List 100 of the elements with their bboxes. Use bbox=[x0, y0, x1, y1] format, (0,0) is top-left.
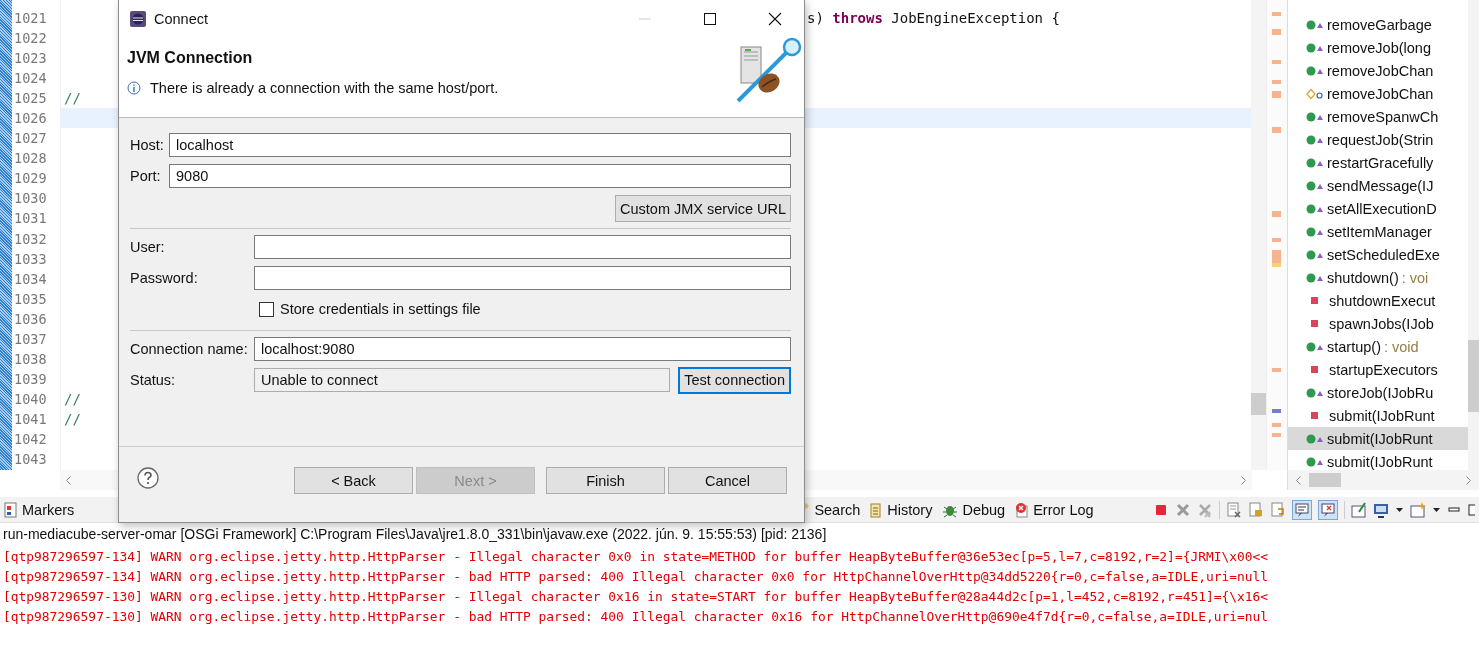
line-number: 1024 bbox=[13, 69, 48, 89]
view-tab[interactable]: Markers bbox=[4, 501, 75, 518]
maximize-icon[interactable] bbox=[703, 11, 717, 26]
outline-item[interactable]: requestJob(Strin bbox=[1288, 128, 1468, 151]
outline-item[interactable]: setAllExecutionD bbox=[1288, 197, 1468, 220]
monitor-icon[interactable] bbox=[1373, 501, 1389, 518]
outline-item[interactable]: setScheduledExe bbox=[1288, 243, 1468, 266]
outline-item[interactable]: removeJobChan bbox=[1288, 59, 1468, 82]
public-method-icon bbox=[1306, 386, 1324, 399]
console-toggle[interactable] bbox=[1292, 499, 1312, 520]
outline-item[interactable]: restartGracefully bbox=[1288, 151, 1468, 174]
console-title: run-mediacube-server-omar [OSGi Framework] C:\Program Files\Java\jre1.8.0_331\bin\javaw.exe (2022. jún. 9. 15:55:53) [pid: 2136] bbox=[2, 525, 828, 544]
status-field: Unable to connect bbox=[254, 368, 671, 392]
outline-item[interactable]: sendMessage(IJ bbox=[1288, 174, 1468, 197]
outline-item[interactable]: removeGarbage bbox=[1288, 13, 1468, 36]
host-label: Host: bbox=[130, 137, 165, 153]
view-tab[interactable]: History bbox=[870, 501, 933, 518]
line-number: 1025 bbox=[13, 89, 48, 109]
console-line: [qtp987296597-130] WARN org.eclipse.jetty.http.HttpParser - bad HTTP parsed: 400 Illegal character 0x16 for HttpChannelOverHttp@690e4f7d{r=0,c=false,a=IDLE,uri=nul bbox=[2, 608, 1269, 626]
password-label: Password: bbox=[130, 270, 199, 286]
outline-item[interactable]: shutdown() : voi bbox=[1288, 266, 1468, 289]
vertical-scrollbar[interactable] bbox=[1468, 0, 1479, 470]
outline-item[interactable]: removeSpanwCh bbox=[1288, 105, 1468, 128]
outline-item[interactable]: removeJob(long bbox=[1288, 36, 1468, 59]
scroll-left-icon[interactable] bbox=[1296, 475, 1301, 485]
connection-name-label: Connection name: bbox=[130, 341, 249, 357]
public-method-icon bbox=[1306, 455, 1324, 468]
word-wrap-icon[interactable] bbox=[1270, 501, 1286, 518]
dialog-heading: JVM Connection bbox=[127, 49, 254, 67]
private-method-icon bbox=[1311, 320, 1318, 327]
horizontal-scrollbar[interactable] bbox=[1288, 470, 1479, 490]
help-icon[interactable] bbox=[137, 467, 159, 489]
line-number: 1033 bbox=[13, 249, 48, 269]
port-field[interactable]: 9080 bbox=[169, 164, 791, 188]
line-number: 1029 bbox=[13, 169, 48, 189]
outline-item[interactable]: submit(IJobRunt bbox=[1288, 427, 1468, 450]
scroll-thumb[interactable] bbox=[1309, 473, 1341, 487]
line-number: 1035 bbox=[13, 289, 48, 309]
scroll-left-icon[interactable] bbox=[66, 475, 71, 485]
password-field[interactable] bbox=[254, 266, 791, 290]
line-number: 1022 bbox=[13, 29, 48, 49]
line-number: 1030 bbox=[13, 189, 48, 209]
view-tab[interactable]: Debug bbox=[942, 501, 1006, 518]
line-number: 1031 bbox=[13, 209, 48, 229]
console-line: [qtp987296597-134] WARN org.eclipse.jetty.http.HttpParser - bad HTTP parsed: 400 Illegal character 0x0 for HttpChannelOverHttp@34dd5220{r=0,c=false,a=IDLE,uri=null bbox=[2, 568, 1269, 586]
lock-icon[interactable] bbox=[1248, 501, 1264, 518]
line-number: 1028 bbox=[13, 149, 48, 169]
public-method-icon bbox=[1306, 225, 1324, 238]
outline-item[interactable]: setItemManager bbox=[1288, 220, 1468, 243]
vertical-scrollbar[interactable] bbox=[1251, 0, 1266, 470]
new-console-icon[interactable] bbox=[1410, 501, 1426, 518]
outline-item[interactable]: submit(IJobRunt bbox=[1288, 450, 1468, 473]
outline-item[interactable]: storeJob(IJobRu bbox=[1288, 381, 1468, 404]
public-method-icon bbox=[1306, 340, 1324, 353]
eclipse-icon bbox=[129, 9, 147, 28]
clear-console-icon[interactable] bbox=[1226, 501, 1242, 518]
test-connection-button[interactable]: Test connection bbox=[678, 366, 791, 394]
outline-item[interactable]: shutdownExecut bbox=[1288, 289, 1468, 312]
wizard-button[interactable]: Finish bbox=[546, 467, 665, 494]
pin-icon[interactable] bbox=[1351, 501, 1367, 518]
code-comment: // bbox=[63, 410, 81, 427]
remove-all-icon[interactable] bbox=[1197, 501, 1213, 518]
outline-item[interactable]: spawnJobs(IJob bbox=[1288, 312, 1468, 335]
host-field[interactable]: localhost bbox=[169, 133, 791, 157]
wizard-button[interactable]: Cancel bbox=[668, 467, 787, 494]
user-field[interactable] bbox=[254, 235, 791, 259]
outline-item[interactable]: submit(IJobRunt bbox=[1288, 404, 1468, 427]
outline-item[interactable]: removeJobChan bbox=[1288, 82, 1468, 105]
private-method-icon bbox=[1311, 297, 1318, 304]
remove-icon[interactable] bbox=[1175, 501, 1191, 518]
scroll-right-icon[interactable] bbox=[1241, 475, 1246, 485]
view-tab[interactable]: Error Log bbox=[1015, 501, 1094, 518]
port-label: Port: bbox=[130, 168, 162, 184]
custom-url-button[interactable]: Custom JMX service URL bbox=[615, 195, 791, 222]
scroll-right-icon[interactable] bbox=[1466, 475, 1471, 485]
console-toggle[interactable] bbox=[1318, 499, 1338, 520]
line-number: 1023 bbox=[13, 49, 48, 69]
markers-icon bbox=[4, 501, 18, 518]
connection-name-field[interactable]: localhost:9080 bbox=[254, 337, 791, 361]
close-icon[interactable] bbox=[768, 11, 782, 26]
wizard-button[interactable]: < Back bbox=[294, 467, 413, 494]
line-number: 1034 bbox=[13, 269, 48, 289]
line-number: 1021 bbox=[13, 9, 48, 28]
window-title: Connect bbox=[154, 10, 208, 27]
info-message: There is already a connection with the same host/port. bbox=[150, 80, 499, 96]
private-method-icon bbox=[1311, 366, 1318, 373]
line-number: 1038 bbox=[13, 349, 48, 369]
error-log-icon bbox=[1015, 501, 1030, 518]
public-method-icon bbox=[1306, 248, 1324, 261]
outline-item[interactable]: startupExecutors bbox=[1288, 358, 1468, 381]
code-line: s) throws JobEngineException { bbox=[807, 10, 1060, 26]
line-number: 1041 bbox=[13, 409, 48, 429]
public-method-icon bbox=[1306, 156, 1324, 169]
line-number: 1040 bbox=[13, 389, 48, 409]
line-number: 1039 bbox=[13, 369, 48, 389]
public-method-icon bbox=[1306, 133, 1324, 146]
public-method-icon bbox=[1306, 432, 1324, 445]
public-method-icon bbox=[1306, 202, 1324, 215]
outline-item[interactable]: startup() : void bbox=[1288, 335, 1468, 358]
checkbox[interactable] bbox=[259, 301, 274, 317]
